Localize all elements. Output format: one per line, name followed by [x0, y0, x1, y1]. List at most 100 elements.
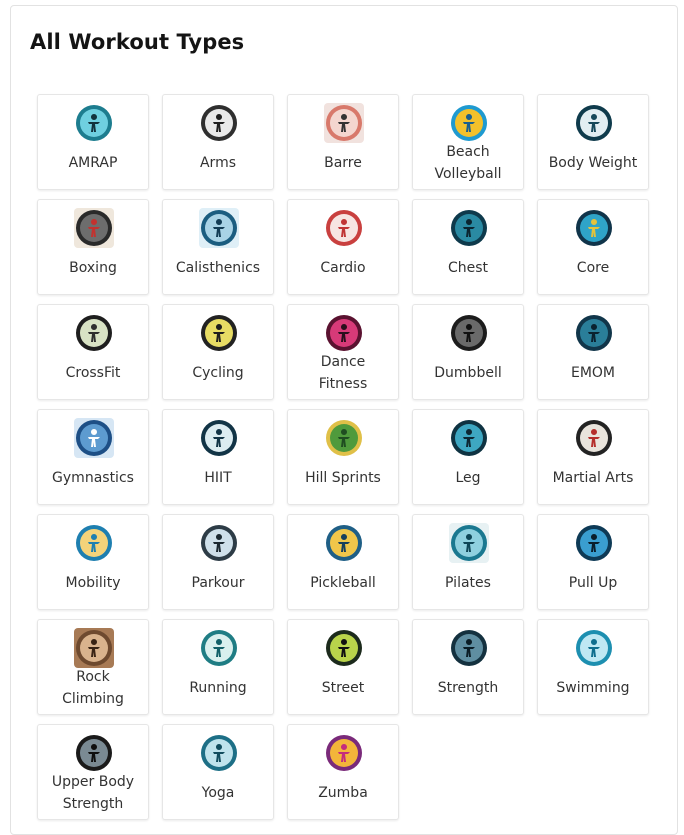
upper-body-strength-icon — [74, 733, 114, 773]
workout-card-boxing[interactable]: Boxing — [37, 199, 149, 295]
workout-card-dance-fitness[interactable]: Dance Fitness — [287, 304, 399, 400]
crossfit-icon — [74, 313, 114, 353]
workout-card-body-weight[interactable]: Body Weight — [537, 94, 649, 190]
workout-card-gymnastics[interactable]: Gymnastics — [37, 409, 149, 505]
workout-label: Calisthenics — [165, 257, 271, 279]
rock-climbing-icon — [74, 628, 114, 668]
workout-card-cardio[interactable]: Cardio — [287, 199, 399, 295]
mobility-icon — [74, 523, 114, 563]
workout-card-leg[interactable]: Leg — [412, 409, 524, 505]
workout-card-beach-volleyball[interactable]: Beach Volleyball — [412, 94, 524, 190]
workout-label-line: Calisthenics — [175, 260, 261, 276]
workout-label: AMRAP — [40, 152, 146, 174]
workout-card-dumbbell[interactable]: Dumbbell — [412, 304, 524, 400]
workout-label: Pickleball — [290, 572, 396, 594]
workout-label: Pull Up — [540, 572, 646, 594]
workout-label-line: Cycling — [192, 365, 244, 381]
workout-label: Strength — [415, 677, 521, 699]
workout-card-pickleball[interactable]: Pickleball — [287, 514, 399, 610]
workout-label-line: Core — [576, 260, 610, 276]
workout-label-line: Strength — [62, 796, 124, 812]
workout-card-calisthenics[interactable]: Calisthenics — [162, 199, 274, 295]
hiit-icon — [199, 418, 239, 458]
workout-card-cycling[interactable]: Cycling — [162, 304, 274, 400]
workout-label-line: HIIT — [204, 470, 232, 486]
workout-label-line: Mobility — [65, 575, 121, 591]
workout-card-chest[interactable]: Chest — [412, 199, 524, 295]
workout-label: Yoga — [165, 782, 271, 804]
yoga-icon — [199, 733, 239, 773]
workout-label-line: Rock — [76, 669, 110, 685]
workout-label-line: Pull Up — [568, 575, 618, 591]
workout-card-swimming[interactable]: Swimming — [537, 619, 649, 715]
cycling-icon — [199, 313, 239, 353]
workout-label-line: Cardio — [320, 260, 366, 276]
workout-label-line: Swimming — [556, 680, 630, 696]
workout-card-amrap[interactable]: AMRAP — [37, 94, 149, 190]
workout-label: Boxing — [40, 257, 146, 279]
workout-label-line: Upper Body — [51, 774, 135, 790]
workout-label-line: Beach — [446, 144, 490, 160]
workout-card-hiit[interactable]: HIIT — [162, 409, 274, 505]
workout-label: Hill Sprints — [290, 467, 396, 489]
workout-label: Dance Fitness — [290, 351, 396, 395]
workout-card-upper-body-strength[interactable]: Upper Body Strength — [37, 724, 149, 820]
amrap-icon — [74, 103, 114, 143]
workout-card-core[interactable]: Core — [537, 199, 649, 295]
workout-label-line: Pilates — [445, 575, 491, 591]
pull-up-icon — [574, 523, 614, 563]
workout-card-emom[interactable]: EMOM — [537, 304, 649, 400]
workout-label-line: CrossFit — [65, 365, 121, 381]
workout-label: Arms — [165, 152, 271, 174]
street-icon — [324, 628, 364, 668]
workout-label-line: Yoga — [201, 785, 235, 801]
workout-card-pull-up[interactable]: Pull Up — [537, 514, 649, 610]
workout-card-martial-arts[interactable]: Martial Arts — [537, 409, 649, 505]
gymnastics-icon — [74, 418, 114, 458]
workout-card-barre[interactable]: Barre — [287, 94, 399, 190]
workout-card-rock-climbing[interactable]: Rock Climbing — [37, 619, 149, 715]
zumba-icon — [324, 733, 364, 773]
workout-card-yoga[interactable]: Yoga — [162, 724, 274, 820]
workout-label: Dumbbell — [415, 362, 521, 384]
workout-label: Zumba — [290, 782, 396, 804]
workout-card-zumba[interactable]: Zumba — [287, 724, 399, 820]
barre-icon — [324, 103, 364, 143]
page-title: All Workout Types — [30, 30, 245, 54]
boxing-icon — [74, 208, 114, 248]
parkour-icon — [199, 523, 239, 563]
workout-card-running[interactable]: Running — [162, 619, 274, 715]
calisthenics-icon — [199, 208, 239, 248]
workout-label-line: Barre — [324, 155, 362, 171]
leg-icon — [449, 418, 489, 458]
workout-card-arms[interactable]: Arms — [162, 94, 274, 190]
workout-card-mobility[interactable]: Mobility — [37, 514, 149, 610]
workout-card-street[interactable]: Street — [287, 619, 399, 715]
workout-label: Upper Body Strength — [40, 771, 146, 815]
workout-label: Chest — [415, 257, 521, 279]
workout-card-hill-sprints[interactable]: Hill Sprints — [287, 409, 399, 505]
workout-label-line: Dance — [320, 354, 366, 370]
workout-label: Swimming — [540, 677, 646, 699]
workout-label-line: Fitness — [318, 376, 368, 392]
workout-label: Cardio — [290, 257, 396, 279]
workout-label-line: Hill Sprints — [305, 470, 381, 486]
workout-label: HIIT — [165, 467, 271, 489]
workout-label-line: Boxing — [69, 260, 117, 276]
workout-label-line: Climbing — [62, 691, 124, 707]
beach-volleyball-icon — [449, 103, 489, 143]
workout-card-parkour[interactable]: Parkour — [162, 514, 274, 610]
workout-card-strength[interactable]: Strength — [412, 619, 524, 715]
workout-label: Barre — [290, 152, 396, 174]
workout-card-crossfit[interactable]: CrossFit — [37, 304, 149, 400]
workout-label: Street — [290, 677, 396, 699]
workout-card-pilates[interactable]: Pilates — [412, 514, 524, 610]
dance-fitness-icon — [324, 313, 364, 353]
workout-label: Beach Volleyball — [415, 141, 521, 185]
cardio-icon — [324, 208, 364, 248]
dumbbell-icon — [449, 313, 489, 353]
pickleball-icon — [324, 523, 364, 563]
workout-label-line: Street — [321, 680, 365, 696]
workout-label-line: AMRAP — [68, 155, 118, 171]
running-icon — [199, 628, 239, 668]
